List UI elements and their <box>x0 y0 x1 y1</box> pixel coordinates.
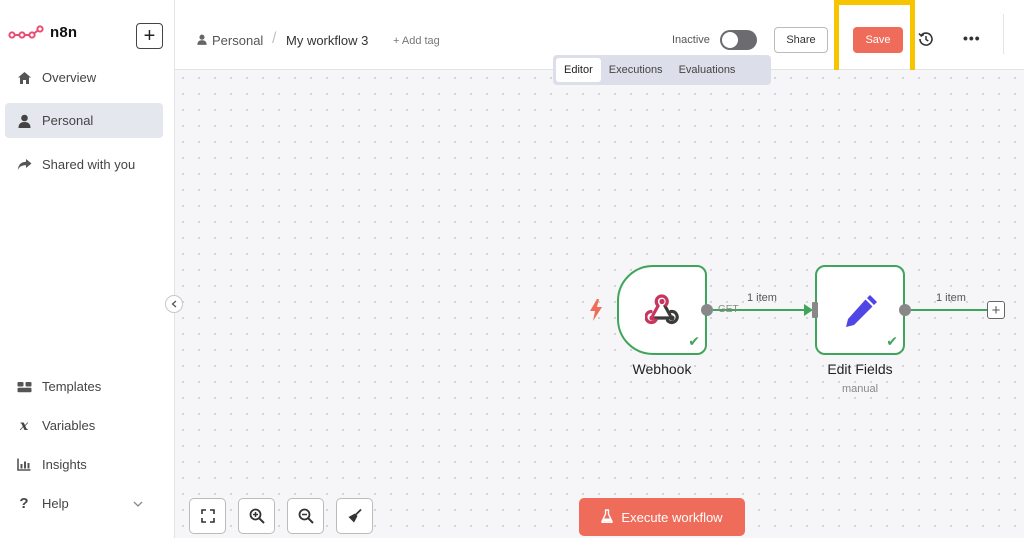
sidebar-item-overview[interactable]: Overview <box>5 60 163 95</box>
sidebar: n8n + Overview Personal Shared with you … <box>0 0 175 538</box>
breadcrumb-separator: / <box>272 30 277 47</box>
toggle-knob <box>722 32 738 48</box>
save-button[interactable]: Save <box>853 27 903 53</box>
sidebar-item-templates[interactable]: Templates <box>5 369 163 404</box>
add-tag-link[interactable]: + Add tag <box>393 35 440 47</box>
sidebar-item-personal[interactable]: Personal <box>5 103 163 138</box>
tab-editor[interactable]: Editor <box>556 58 601 82</box>
user-icon <box>16 113 32 129</box>
workflow-name[interactable]: My workflow 3 <box>286 33 368 48</box>
edit-fields-node-subtitle: manual <box>841 383 879 395</box>
tab-evaluations[interactable]: Evaluations <box>671 58 744 82</box>
variables-icon: x <box>19 417 29 434</box>
insights-icon <box>16 457 32 473</box>
edge-label: 1 item <box>747 292 777 304</box>
edit-fields-node-title: Edit Fields <box>827 361 893 377</box>
webhook-node[interactable]: ✔ <box>617 265 707 355</box>
chevron-down-icon <box>133 496 143 511</box>
user-icon <box>197 33 207 48</box>
add-button[interactable]: + <box>136 23 163 49</box>
sidebar-item-label: Help <box>42 496 69 511</box>
divider <box>1003 14 1004 54</box>
edit-fields-input-port[interactable] <box>812 302 818 318</box>
sidebar-item-shared[interactable]: Shared with you <box>5 147 163 182</box>
zoom-out-icon <box>298 508 314 524</box>
n8n-logo[interactable]: n8n <box>8 24 77 41</box>
view-tabs: Editor Executions Evaluations <box>553 55 771 85</box>
fit-view-button[interactable] <box>189 498 226 534</box>
history-icon[interactable] <box>918 31 936 49</box>
sidebar-item-insights[interactable]: Insights <box>5 447 163 482</box>
tab-executions[interactable]: Executions <box>601 58 671 82</box>
tidy-up-button[interactable] <box>336 498 373 534</box>
templates-icon <box>16 379 32 395</box>
sidebar-item-label: Templates <box>42 379 102 394</box>
fit-view-icon <box>200 509 215 523</box>
success-check-icon: ✔ <box>886 333 898 349</box>
more-options-icon[interactable]: ••• <box>963 30 981 46</box>
success-check-icon: ✔ <box>688 333 700 349</box>
help-icon: ? <box>19 495 29 512</box>
trigger-bolt-icon <box>589 299 603 326</box>
status-label: Inactive <box>672 34 710 46</box>
zoom-in-icon <box>249 508 265 524</box>
sidebar-item-label: Shared with you <box>42 157 136 172</box>
webhook-icon <box>644 293 679 330</box>
pencil-icon <box>843 293 879 334</box>
collapse-sidebar-button[interactable] <box>165 295 183 313</box>
home-icon <box>16 70 32 86</box>
webhook-output-port[interactable] <box>701 304 713 316</box>
zoom-in-button[interactable] <box>238 498 275 534</box>
edit-fields-output-port[interactable] <box>899 304 911 316</box>
zoom-out-button[interactable] <box>287 498 324 534</box>
add-node-button[interactable]: + <box>987 301 1005 319</box>
share-icon <box>16 157 32 173</box>
execute-workflow-button[interactable]: Execute workflow <box>579 498 745 536</box>
webhook-method-label: GET <box>718 304 739 315</box>
flask-icon <box>601 508 614 526</box>
webhook-node-title: Webhook <box>632 361 692 377</box>
active-toggle[interactable] <box>720 30 757 50</box>
execute-workflow-label: Execute workflow <box>621 509 723 525</box>
app-name: n8n <box>50 24 78 41</box>
sidebar-item-label: Personal <box>42 113 94 128</box>
share-button[interactable]: Share <box>774 27 828 53</box>
sidebar-item-variables[interactable]: x Variables <box>5 408 163 443</box>
sidebar-item-label: Insights <box>42 457 87 472</box>
edge-label: 1 item <box>936 292 966 304</box>
broom-icon <box>348 508 362 523</box>
sidebar-item-label: Variables <box>42 418 96 433</box>
n8n-logo-icon <box>8 24 44 39</box>
sidebar-item-help[interactable]: ? Help <box>5 486 163 521</box>
edit-fields-node[interactable]: ✔ <box>815 265 905 355</box>
breadcrumb-project[interactable]: Personal <box>197 33 263 48</box>
sidebar-item-label: Overview <box>42 70 97 85</box>
project-name: Personal <box>212 33 264 48</box>
